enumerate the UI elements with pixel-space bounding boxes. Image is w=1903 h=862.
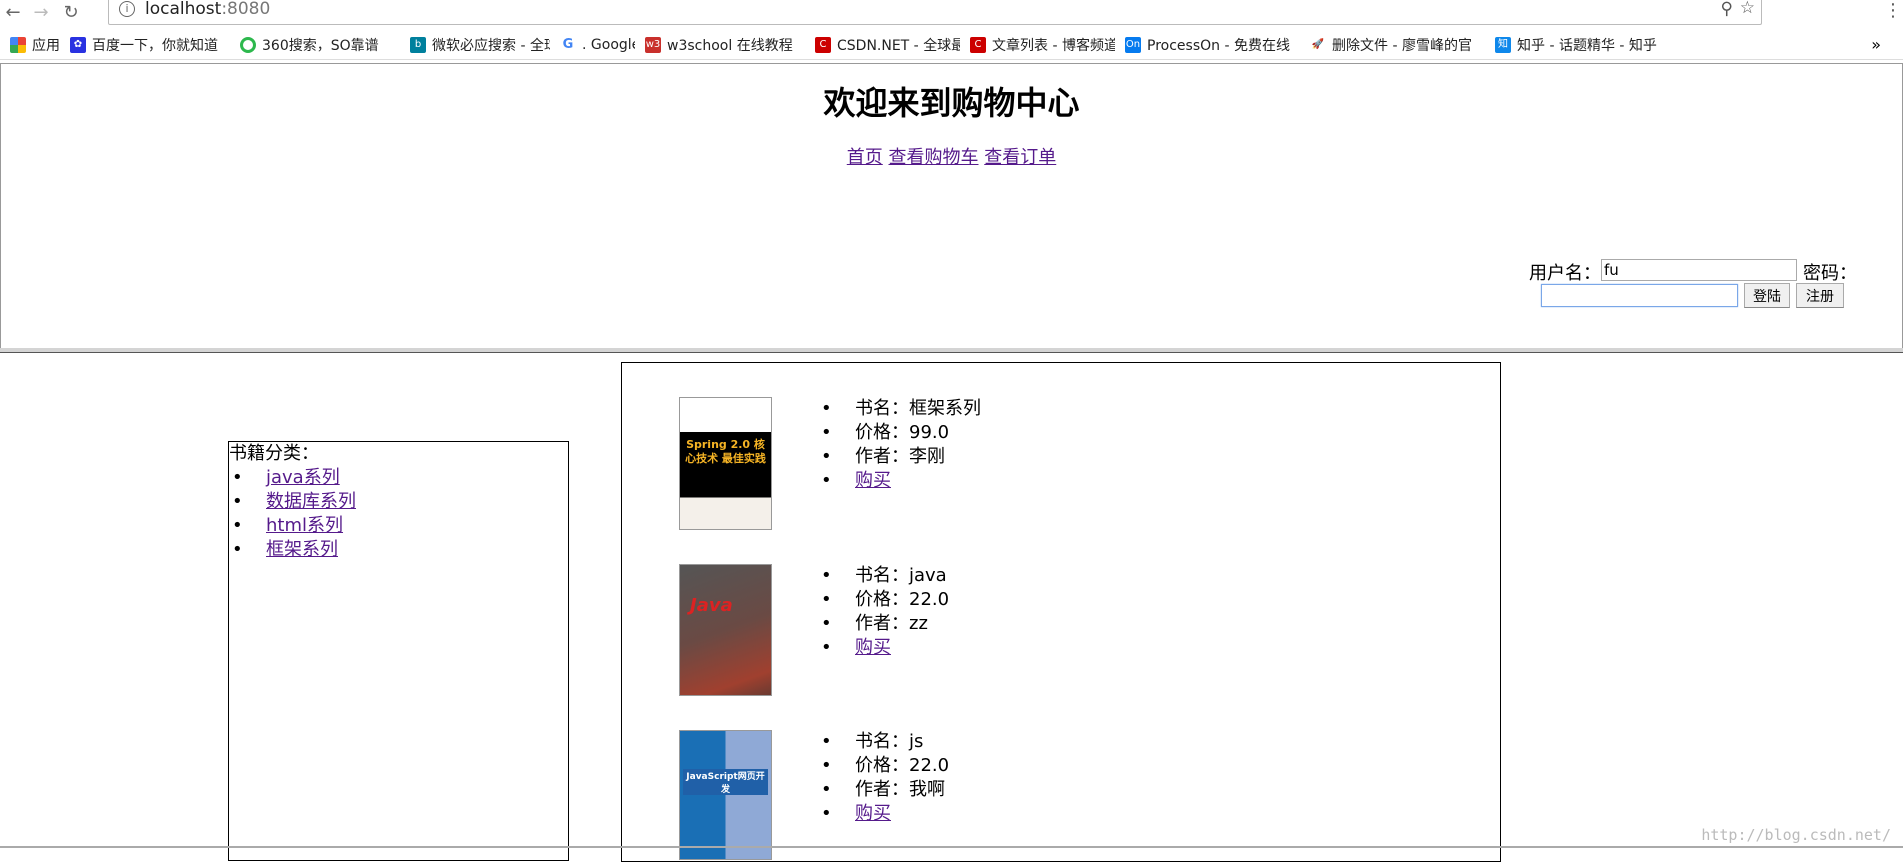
book-name: 书名：框架系列: [821, 397, 981, 421]
frame-divider[interactable]: [0, 348, 1903, 353]
browser-toolbar: ← → ↻ i localhost:8080 ⚲ ☆ ⋮: [0, 0, 1903, 26]
username-label: 用户名：: [1529, 263, 1601, 284]
bookmark-w3school[interactable]: w3 w3school 在线教程: [645, 35, 805, 55]
google-icon: G: [562, 36, 574, 52]
book-name: 书名：js: [821, 730, 924, 754]
buy-item: 购买: [821, 469, 891, 493]
bookmarks-overflow[interactable]: »: [1871, 35, 1881, 54]
book-cover-image: Spring 2.0 核心技术 最佳实践: [679, 397, 772, 530]
forward-icon[interactable]: →: [30, 2, 52, 23]
book-price: 价格：22.0: [821, 588, 949, 612]
username-input[interactable]: [1601, 259, 1797, 281]
bookmark-label: 360搜索，SO靠谱: [262, 37, 379, 54]
category-html[interactable]: html系列: [266, 515, 343, 536]
book-cover-image: JavaScript网页开发: [679, 730, 772, 860]
watermark: http://blog.csdn.net/: [1701, 826, 1891, 844]
nav-cart[interactable]: 查看购物车: [889, 147, 979, 168]
category-heading: 书籍分类：: [229, 443, 319, 464]
book-author: 作者：李刚: [821, 445, 945, 469]
bookmark-label: CSDN.NET - 全球最大: [837, 37, 960, 54]
360-icon: [240, 36, 256, 53]
buy-link[interactable]: 购买: [855, 470, 891, 491]
category-framework[interactable]: 框架系列: [266, 539, 338, 560]
book-price: 价格：99.0: [821, 421, 949, 445]
buy-item: 购买: [821, 636, 891, 660]
bookmark-google[interactable]: G . Google: [560, 37, 635, 53]
baidu-icon: ✿: [70, 36, 86, 53]
cover-title: JavaScript网页开发: [683, 769, 768, 795]
bookmark-baidu[interactable]: ✿ 百度一下，你就知道: [70, 35, 230, 55]
csdn-icon: C: [815, 36, 831, 53]
buy-item: 购买: [821, 802, 891, 826]
reload-icon[interactable]: ↻: [60, 2, 82, 23]
bookmark-star-icon[interactable]: ☆: [1740, 0, 1755, 18]
cover-title: Spring 2.0 核心技术 最佳实践: [685, 438, 766, 465]
address-bar[interactable]: i localhost:8080 ⚲ ☆: [108, 0, 1762, 25]
bookmark-zhihu[interactable]: 知知乎 - 话题精华 - 知乎: [1495, 35, 1665, 55]
login-button[interactable]: 登陆: [1744, 283, 1790, 308]
category-item: 框架系列: [232, 538, 338, 562]
zoom-icon[interactable]: ⚲: [1721, 0, 1733, 19]
bookmark-label: 删除文件 - 廖雪峰的官: [1332, 37, 1472, 54]
url-host: localhost: [145, 0, 222, 19]
bookmark-label: . Google: [582, 36, 635, 53]
buy-link[interactable]: 购买: [855, 637, 891, 658]
book-author: 作者：我啊: [821, 778, 945, 802]
bookmark-label: w3school 在线教程: [667, 37, 793, 54]
bookmark-blog[interactable]: C 文章列表 - 博客频道 -: [970, 35, 1115, 55]
register-button[interactable]: 注册: [1796, 283, 1844, 308]
processon-icon: On: [1125, 36, 1141, 53]
book-author: 作者：zz: [821, 612, 928, 636]
book-cover-image: Java: [679, 564, 772, 696]
bookmark-csdn[interactable]: C CSDN.NET - 全球最大: [815, 35, 960, 55]
url-port: :8080: [221, 0, 271, 19]
book-name: 书名：java: [821, 564, 947, 588]
nav-orders[interactable]: 查看订单: [984, 147, 1056, 168]
bookmark-label: 微软必应搜索 - 全球: [432, 37, 550, 54]
cover-title: Java: [690, 595, 733, 616]
zhihu-icon: 知: [1495, 36, 1511, 53]
bookmark-bing[interactable]: b 微软必应搜索 - 全球: [410, 35, 550, 55]
main-nav: 首页 查看购物车 查看订单: [0, 143, 1903, 169]
bookmark-360[interactable]: 360搜索，SO靠谱: [240, 35, 400, 55]
book-price: 价格：22.0: [821, 754, 949, 778]
bookmarks-bar: 应用 ✿ 百度一下，你就知道 360搜索，SO靠谱 b 微软必应搜索 - 全球 G.…: [0, 30, 1903, 60]
buy-link[interactable]: 购买: [855, 803, 891, 824]
password-input[interactable]: [1541, 284, 1738, 307]
bookmark-label: 应用: [32, 37, 60, 54]
apps-icon: [10, 36, 26, 53]
bing-icon: b: [410, 36, 426, 53]
csdn-icon: C: [970, 36, 986, 53]
password-label: 密码：: [1803, 263, 1857, 284]
category-item: java系列: [232, 466, 340, 490]
page-title: 欢迎来到购物中心: [823, 84, 1080, 122]
back-icon[interactable]: ←: [2, 2, 24, 23]
bookmark-processon[interactable]: On ProcessOn - 免费在线: [1125, 35, 1300, 55]
rocket-icon: 🚀: [1311, 38, 1325, 50]
category-item: 数据库系列: [232, 490, 356, 514]
bookmark-liaoxuefeng[interactable]: 🚀 删除文件 - 廖雪峰的官: [1310, 35, 1485, 55]
info-icon[interactable]: i: [119, 1, 135, 17]
bookmark-label: ProcessOn - 免费在线: [1147, 37, 1290, 54]
nav-home[interactable]: 首页: [847, 147, 883, 168]
bookmark-label: 知乎 - 话题精华 - 知乎: [1517, 37, 1657, 54]
category-database[interactable]: 数据库系列: [266, 491, 356, 512]
menu-icon[interactable]: ⋮: [1884, 0, 1902, 21]
category-item: html系列: [232, 514, 343, 538]
bookmark-label: 百度一下，你就知道: [92, 37, 218, 54]
category-java[interactable]: java系列: [266, 467, 340, 488]
w3school-icon: w3: [645, 36, 661, 53]
bookmark-apps[interactable]: 应用: [10, 35, 60, 55]
bookmark-label: 文章列表 - 博客频道 -: [992, 37, 1115, 54]
